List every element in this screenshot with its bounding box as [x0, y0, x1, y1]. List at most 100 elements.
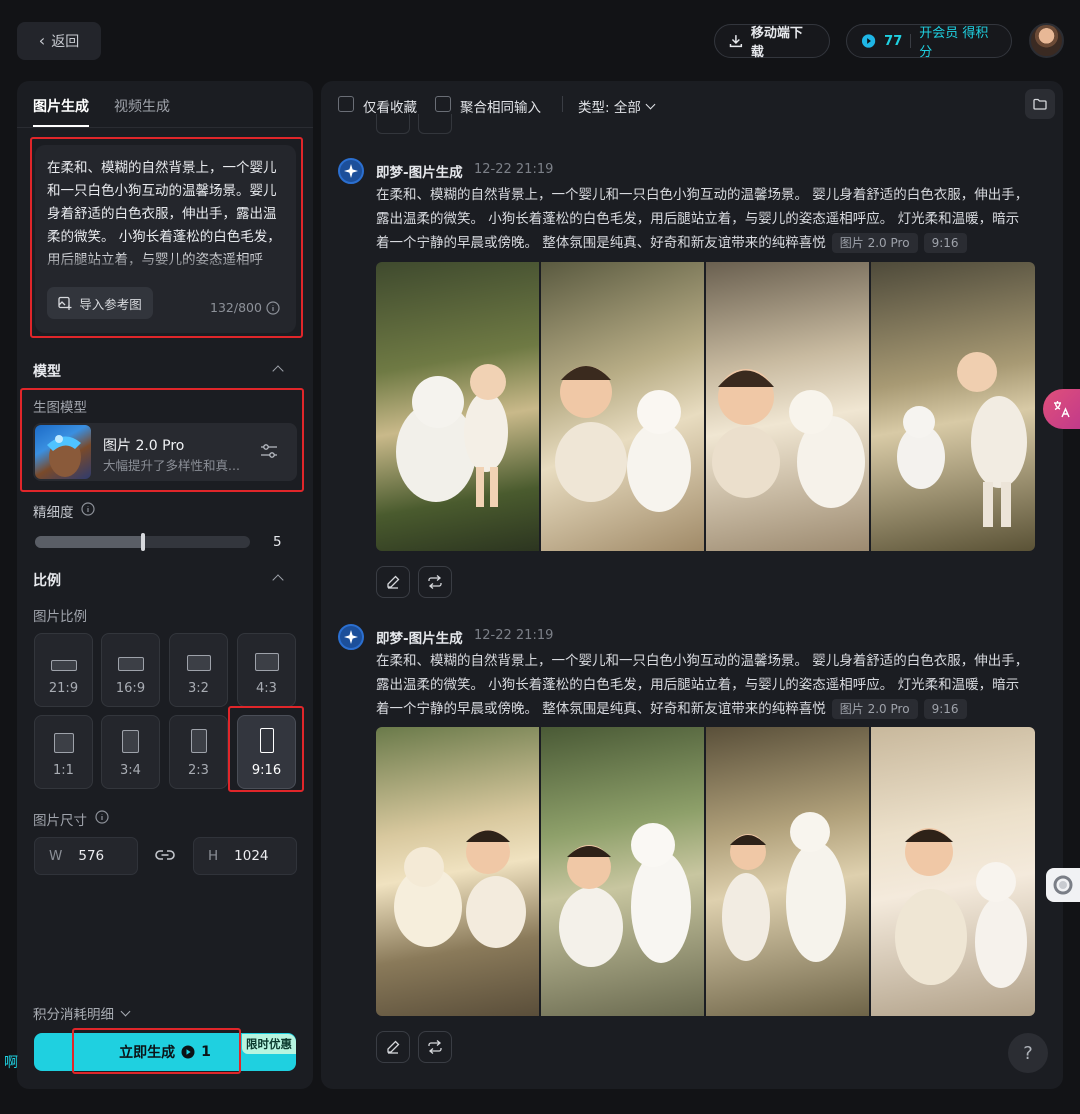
import-reference-label: 导入参考图 [79, 296, 142, 312]
model-thumbnail [35, 425, 91, 479]
model-name: 图片 2.0 Pro [103, 438, 185, 454]
user-avatar[interactable] [1029, 23, 1064, 58]
image-import-icon [58, 296, 72, 310]
prompt-counter-value: 132/800 [210, 300, 262, 315]
favorites-checkbox[interactable] [338, 96, 354, 112]
image-size-label: 图片尺寸 [33, 813, 87, 829]
ratio-21-9-icon [50, 660, 77, 671]
bot-avatar [338, 158, 364, 184]
ratio-option-21-9[interactable]: 21:9 [34, 633, 93, 707]
ratio-section-title: 比例 [33, 573, 61, 589]
width-value[interactable]: 576 [78, 848, 104, 864]
result-description: 在柔和、模糊的自然背景上，一个婴儿和一只白色小狗互动的温馨场景。 婴儿身着舒适的… [376, 183, 1032, 255]
ratio-label: 4:3 [256, 681, 277, 696]
chevron-down-icon [120, 1006, 131, 1016]
import-reference-button[interactable]: 导入参考图 [47, 287, 153, 319]
folder-button[interactable] [1025, 89, 1055, 119]
ratio-option-4-3[interactable]: 4:3 [237, 633, 296, 707]
chevron-left-icon: ‹ [38, 31, 46, 50]
previous-regenerate-button[interactable] [418, 114, 452, 134]
generated-image[interactable] [706, 727, 869, 1016]
link-icon[interactable] [155, 848, 175, 862]
model-tag: 图片 2.0 Pro [831, 233, 918, 253]
generated-image[interactable] [706, 262, 869, 551]
star-sparkle-icon [344, 164, 358, 178]
ratio-label: 3:4 [120, 763, 141, 778]
cost-detail-label: 积分消耗明细 [33, 1007, 114, 1023]
ratio-option-3-2[interactable]: 3:2 [169, 633, 228, 707]
ratio-tag: 9:16 [923, 233, 967, 253]
ratio-option-2-3[interactable]: 2:3 [169, 715, 228, 789]
height-value[interactable]: 1024 [234, 848, 268, 864]
download-icon [729, 35, 743, 48]
model-description: 大幅提升了多样性和真... [103, 458, 240, 473]
translate-floating-button[interactable] [1043, 389, 1080, 429]
generated-image[interactable] [541, 727, 704, 1016]
info-icon[interactable] [81, 502, 95, 516]
regenerate-button[interactable] [418, 1031, 452, 1063]
back-button[interactable]: ‹ 返回 [17, 22, 101, 60]
generated-image[interactable] [376, 727, 539, 1016]
assistant-floating-button[interactable] [1046, 868, 1080, 902]
ratio-label: 1:1 [53, 763, 74, 778]
ratio-tag: 9:16 [923, 699, 967, 719]
detail-level-value: 5 [273, 534, 282, 550]
tab-image-generation[interactable]: 图片生成 [33, 96, 89, 116]
folder-icon [1033, 98, 1047, 110]
width-field[interactable]: W 576 [34, 837, 138, 875]
cost-detail-toggle[interactable]: 积分消耗明细 [33, 1003, 131, 1023]
generated-image[interactable] [871, 262, 1035, 551]
model-section-title: 模型 [33, 364, 61, 380]
generated-image[interactable] [541, 262, 704, 551]
regenerate-button[interactable] [418, 566, 452, 598]
settings-sliders-icon[interactable] [260, 443, 278, 459]
ratio-2-3-icon [190, 729, 207, 753]
highlight-generate [72, 1028, 241, 1074]
repeat-icon [428, 575, 442, 589]
mobile-download-button[interactable]: 移动端下载 [714, 24, 830, 60]
help-button[interactable]: ? [1008, 1033, 1048, 1073]
generated-image[interactable] [376, 262, 539, 551]
detail-level-label: 精细度 [33, 505, 74, 521]
ratio-option-1-1[interactable]: 1:1 [34, 715, 93, 789]
image-ratio-label: 图片比例 [33, 609, 87, 625]
type-filter-label: 类型: 全部 [578, 100, 641, 116]
ratio-label: 3:2 [188, 681, 209, 696]
edit-button[interactable] [376, 1031, 410, 1063]
favorites-label[interactable]: 仅看收藏 [363, 96, 417, 116]
ratio-option-3-4[interactable]: 3:4 [101, 715, 160, 789]
toolbar-divider [562, 96, 563, 112]
type-filter-dropdown[interactable]: 类型: 全部 [578, 96, 656, 116]
ratio-label: 2:3 [188, 763, 209, 778]
image-model-label: 生图模型 [33, 400, 87, 416]
ring-icon [1053, 875, 1073, 895]
ratio-label: 21:9 [48, 681, 79, 696]
edit-button[interactable] [376, 566, 410, 598]
height-field[interactable]: H 1024 [193, 837, 297, 875]
translate-icon [1053, 401, 1070, 418]
merge-checkbox[interactable] [435, 96, 451, 112]
pencil-icon [387, 1040, 400, 1054]
highlight-ratio [228, 706, 304, 792]
previous-edit-button[interactable] [376, 114, 410, 134]
pencil-icon [387, 575, 400, 589]
generated-image[interactable] [871, 727, 1035, 1016]
info-icon[interactable] [95, 810, 109, 824]
repeat-icon [428, 1040, 442, 1054]
merge-label[interactable]: 聚合相同输入 [460, 96, 541, 116]
back-label: 返回 [51, 34, 80, 50]
ratio-option-16-9[interactable]: 16:9 [101, 633, 160, 707]
detail-slider-fill [35, 536, 143, 548]
points-membership-pill[interactable]: 77 开会员 得积分 [846, 24, 1012, 60]
height-label: H [208, 848, 219, 864]
info-icon[interactable] [266, 300, 280, 315]
promo-badge: 限时优惠 [242, 1034, 296, 1054]
star-sparkle-icon [344, 630, 358, 644]
ratio-16-9-icon [117, 657, 144, 671]
points-coin-icon [861, 34, 876, 48]
tab-video-generation[interactable]: 视频生成 [114, 96, 170, 116]
detail-slider-handle[interactable] [141, 533, 145, 551]
ratio-4-3-icon [254, 653, 279, 671]
chevron-down-icon [645, 99, 656, 109]
result-description: 在柔和、模糊的自然背景上，一个婴儿和一只白色小狗互动的温馨场景。 婴儿身着舒适的… [376, 649, 1032, 721]
